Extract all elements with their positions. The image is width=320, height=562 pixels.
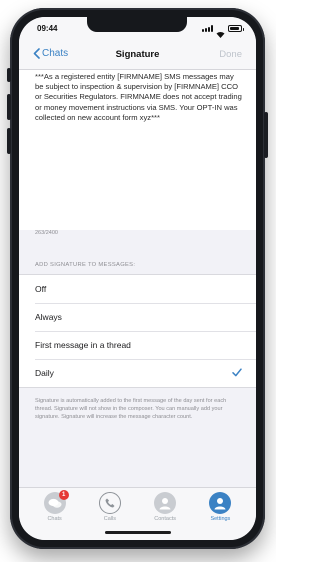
done-button[interactable]: Done <box>219 49 242 60</box>
signature-text[interactable]: ***As a registered entity [FIRMNAME] SMS… <box>35 72 243 123</box>
tab-label: Contacts <box>154 516 176 522</box>
section-header: ADD SIGNATURE TO MESSAGES: <box>35 262 136 268</box>
option-label: First message in a thread <box>35 340 131 350</box>
volume-down-button <box>7 128 11 154</box>
signature-footnote: Signature is automatically added to the … <box>35 398 227 421</box>
option-daily[interactable]: Daily <box>19 359 256 387</box>
status-icons <box>202 24 244 38</box>
option-label: Off <box>35 284 47 294</box>
mute-switch <box>7 68 11 82</box>
wifi-icon <box>216 25 225 38</box>
phone-icon <box>98 492 121 514</box>
power-button <box>264 112 268 158</box>
tab-settings[interactable]: Settings <box>200 488 240 540</box>
option-label: Always <box>35 312 62 322</box>
volume-up-button <box>7 94 11 120</box>
stage: 09:44 Chats Signature Done ***As a regis… <box>0 0 276 562</box>
tab-chats[interactable]: 1 Chats <box>35 488 75 540</box>
phone-frame: 09:44 Chats Signature Done ***As a regis… <box>7 8 268 549</box>
signature-options-list: Off Always First message in a thread Dai… <box>19 274 256 388</box>
option-always[interactable]: Always <box>19 303 256 331</box>
contact-person-icon <box>154 492 177 514</box>
status-time: 09:44 <box>37 24 58 33</box>
home-indicator[interactable] <box>105 531 171 534</box>
settings-person-icon <box>209 492 232 514</box>
cellular-signal-icon <box>202 25 213 32</box>
tab-bar: 1 Chats Calls Contacts Settings <box>19 487 256 540</box>
character-count: 263/2400 <box>35 230 58 236</box>
notch <box>87 17 187 32</box>
status-bar: 09:44 <box>19 17 256 39</box>
tab-label: Calls <box>103 516 116 522</box>
option-first-message[interactable]: First message in a thread <box>19 331 256 359</box>
option-off[interactable]: Off <box>19 275 256 303</box>
unread-badge: 1 <box>58 490 69 500</box>
screen: 09:44 Chats Signature Done ***As a regis… <box>19 17 256 540</box>
tab-label: Settings <box>210 516 231 522</box>
battery-icon <box>228 25 244 32</box>
chat-bubbles-icon: 1 <box>43 490 69 514</box>
option-label: Daily <box>35 368 54 378</box>
navigation-bar: Chats Signature Done <box>19 39 256 70</box>
checkmark-icon <box>232 368 242 377</box>
tab-label: Chats <box>47 516 62 522</box>
